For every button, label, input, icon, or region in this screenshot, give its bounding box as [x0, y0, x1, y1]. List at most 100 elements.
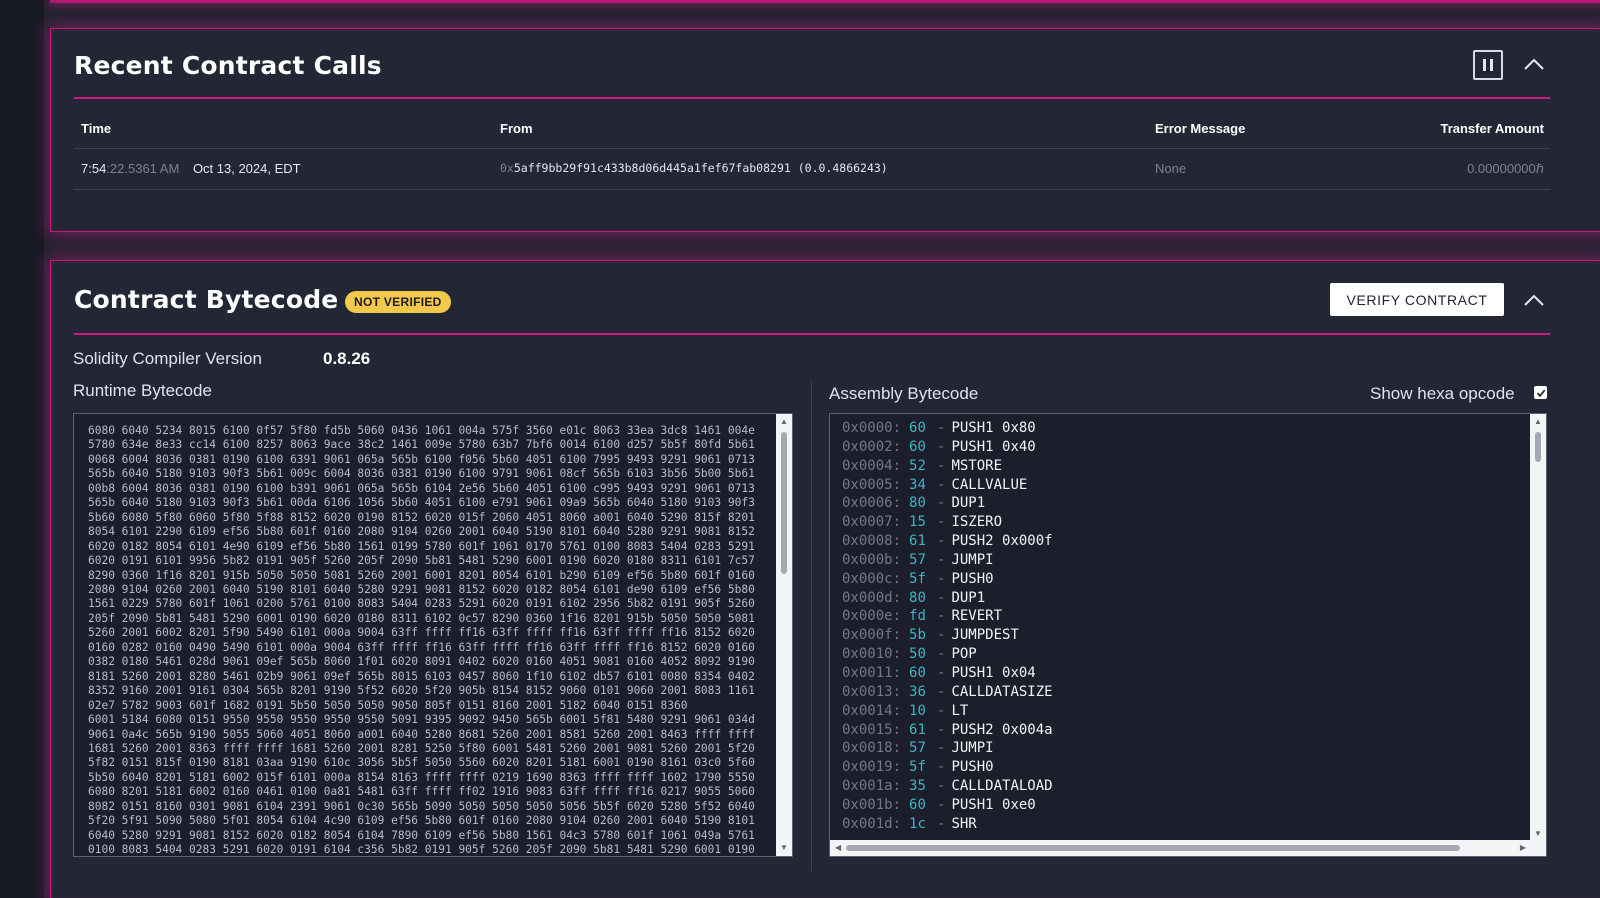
assembly-row: 0x0006: 80- DUP1: [842, 495, 1522, 514]
scroll-up-arrow[interactable]: ▲: [1534, 418, 1542, 426]
bytecode-line: 565b 6040 5180 9103 90f3 5b61 00da 6106 …: [88, 496, 755, 510]
assembly-hex-opcode: 50: [909, 646, 926, 663]
assembly-row: 0x0010: 50- POP: [842, 646, 1522, 665]
scroll-left-arrow[interactable]: ◀: [835, 844, 841, 852]
assembly-separator: -: [937, 627, 946, 644]
bytecode-line: 1561 0229 5780 601f 1061 0200 5761 0100 …: [88, 597, 755, 611]
assembly-separator: -: [937, 457, 946, 474]
from-address-link[interactable]: 0x5aff9bb29f91c433b8d06d445a1fef67fab082…: [500, 161, 888, 175]
bytecode-line: 6020 0191 6101 9956 5b82 0191 905f 5260 …: [88, 554, 755, 568]
assembly-separator: -: [937, 721, 946, 738]
column-from[interactable]: From: [500, 121, 533, 136]
assembly-bytecode-label: Assembly Bytecode: [829, 384, 979, 403]
assembly-row: 0x001b: 60- PUSH1 0xe0: [842, 797, 1522, 816]
assembly-address: 0x000c:: [842, 570, 902, 587]
assembly-instruction: PUSH0: [951, 570, 994, 587]
assembly-scrollbar[interactable]: ▲ ▼: [1530, 414, 1546, 842]
assembly-row: 0x001d: 1c - SHR: [842, 816, 1522, 835]
assembly-address: 0x0004:: [842, 457, 902, 474]
runtime-scrollbar[interactable]: ▲ ▼: [776, 414, 792, 856]
assembly-row: 0x0002: 60- PUSH1 0x40: [842, 439, 1522, 458]
bytecode-line: 6080 6040 5234 8015 6100 0f57 5f80 fd5b …: [88, 424, 755, 437]
assembly-instruction: PUSH1 0x80: [951, 420, 1036, 436]
assembly-separator: -: [937, 551, 946, 568]
assembly-row: 0x0008: 61- PUSH2 0x000f: [842, 533, 1522, 552]
assembly-address: 0x000d:: [842, 589, 902, 606]
scroll-down-arrow[interactable]: ▼: [780, 844, 788, 852]
assembly-separator: -: [937, 759, 946, 776]
chevron-up-icon[interactable]: [1523, 293, 1545, 307]
verify-contract-button[interactable]: VERIFY CONTRACT: [1330, 283, 1504, 316]
assembly-instruction: DUP1: [951, 495, 986, 512]
contract-bytecode-panel: Contract Bytecode NOT VERIFIED VERIFY CO…: [50, 260, 1600, 898]
bytecode-line: 8352 9160 2001 9161 0304 565b 8201 9190 …: [88, 684, 755, 698]
runtime-scroll-thumb[interactable]: [781, 432, 787, 574]
column-error-message[interactable]: Error Message: [1155, 121, 1245, 136]
assembly-address: 0x0019:: [842, 759, 902, 776]
pause-button[interactable]: [1473, 50, 1503, 80]
runtime-bytecode-text: 6080 6040 5234 8015 6100 0f57 5f80 fd5b …: [88, 424, 768, 857]
title-divider: [74, 333, 1550, 335]
runtime-bytecode-box[interactable]: 6080 6040 5234 8015 6100 0f57 5f80 fd5b …: [73, 413, 793, 857]
assembly-row: 0x000d: 80- DUP1: [842, 590, 1522, 609]
call-date: Oct 13, 2024, EDT: [192, 161, 301, 176]
show-hexa-opcode-label: Show hexa opcode: [1370, 384, 1515, 403]
table-row[interactable]: 7:54:22.5361 AM Oct 13, 2024, EDT 0x5aff…: [74, 159, 1550, 183]
scroll-down-arrow[interactable]: ▼: [1534, 830, 1542, 838]
chevron-up-icon[interactable]: [1523, 57, 1545, 71]
assembly-hex-opcode: 61: [909, 533, 926, 550]
assembly-horizontal-thumb[interactable]: [846, 845, 1460, 851]
scroll-right-arrow[interactable]: ▶: [1520, 844, 1526, 852]
assembly-row: 0x000b: 57- JUMPI: [842, 552, 1522, 571]
bytecode-line: 2080 9104 0260 2001 6040 5190 8101 6040 …: [88, 582, 755, 596]
assembly-separator: -: [937, 533, 946, 550]
call-time-seconds: :22.5361 AM: [106, 161, 180, 176]
bytecode-line: 8181 5260 2001 8280 5461 02b9 9061 09ef …: [88, 669, 755, 683]
assembly-address: 0x0013:: [842, 683, 902, 700]
bytecode-line: 6080 8201 5181 6002 0160 0461 0100 0a81 …: [88, 785, 755, 799]
assembly-hex-opcode: 60: [909, 420, 926, 436]
assembly-row: 0x0015: 61- PUSH2 0x004a: [842, 722, 1522, 741]
assembly-row: 0x000c: 5f - PUSH0: [842, 571, 1522, 590]
column-time[interactable]: Time: [81, 121, 111, 136]
assembly-row: 0x0005: 34- CALLVALUE: [842, 477, 1522, 496]
row-divider: [74, 189, 1550, 190]
bytecode-line: 0160 0282 0160 0490 5490 6101 000a 9004 …: [88, 640, 755, 654]
assembly-address: 0x000f:: [842, 627, 902, 644]
assembly-separator: -: [937, 420, 946, 436]
assembly-address: 0x0005:: [842, 476, 902, 493]
assembly-separator: -: [937, 476, 946, 493]
assembly-address: 0x0007:: [842, 514, 902, 531]
assembly-instruction: PUSH2 0x004a: [951, 721, 1053, 738]
scroll-up-arrow[interactable]: ▲: [780, 418, 788, 426]
recent-calls-title: Recent Contract Calls: [74, 51, 382, 80]
assembly-row: 0x000e: fd - REVERT: [842, 608, 1522, 627]
bytecode-line: 0100 8083 5404 0283 5291 6020 0191 6104 …: [88, 843, 755, 857]
assembly-hex-opcode: 60: [909, 796, 926, 813]
assembly-scroll-thumb[interactable]: [1535, 432, 1541, 462]
assembly-horizontal-scrollbar[interactable]: ◀ ▶: [830, 840, 1546, 856]
assembly-address: 0x0002:: [842, 438, 902, 455]
assembly-row: 0x000f: 5b - JUMPDEST: [842, 627, 1522, 646]
bytecode-line: 1681 5260 2001 8363 ffff ffff 1681 5260 …: [88, 741, 755, 755]
column-transfer-amount[interactable]: Transfer Amount: [1440, 121, 1544, 136]
bytecode-line: 9061 0a4c 565b 9190 5055 5060 4051 8060 …: [88, 727, 755, 741]
assembly-address: 0x0000:: [842, 420, 902, 436]
call-time: 7:54:22.5361 AM Oct 13, 2024, EDT: [81, 161, 301, 176]
compiler-version-value: 0.8.26: [323, 349, 371, 368]
assembly-bytecode-box[interactable]: 0x0000: 60- PUSH1 0x80 0x0002: 60- PUSH1 0x40…: [829, 413, 1547, 857]
assembly-row: 0x0013: 36- CALLDATASIZE: [842, 684, 1522, 703]
assembly-instruction: PUSH2 0x000f: [951, 533, 1053, 550]
bytecode-line: 6040 5280 9291 9081 8152 6020 0182 8054 …: [88, 828, 755, 842]
assembly-row: 0x0007: 15- ISZERO: [842, 514, 1522, 533]
assembly-instruction: POP: [951, 646, 977, 663]
assembly-hex-opcode: 60: [909, 664, 926, 681]
assembly-row: 0x0004: 52- MSTORE: [842, 458, 1522, 477]
assembly-hex-opcode: fd: [909, 608, 926, 625]
assembly-row: 0x0018: 57- JUMPI: [842, 740, 1522, 759]
header-divider: [74, 148, 1550, 149]
assembly-instruction: LT: [951, 702, 969, 719]
bytecode-line: 5b50 6040 8201 5181 6002 015f 6101 000a …: [88, 770, 755, 784]
assembly-separator: -: [937, 740, 946, 757]
show-hexa-opcode-checkbox[interactable]: [1534, 386, 1547, 399]
